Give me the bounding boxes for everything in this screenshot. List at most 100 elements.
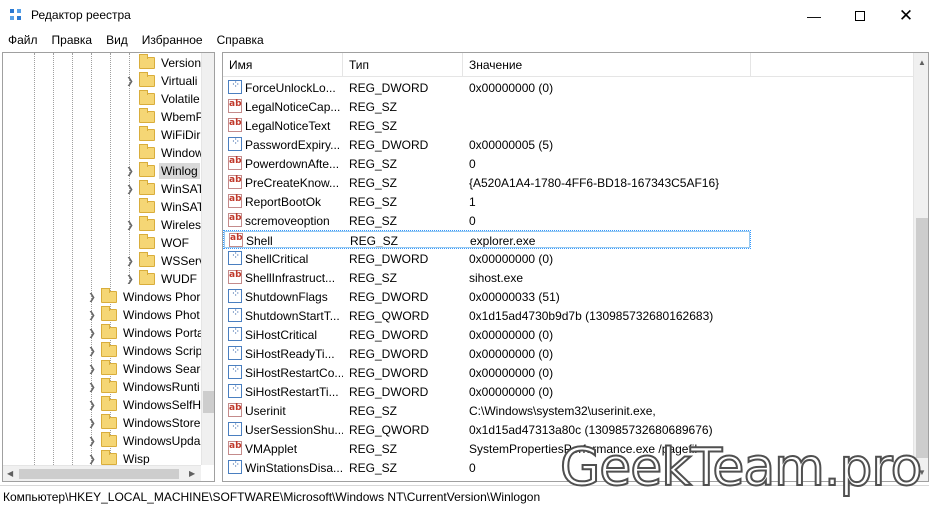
tree-node-label: Windows Phor [123,290,201,304]
tree-hscroll-thumb[interactable] [19,469,179,479]
values-list[interactable]: Имя Тип Значение ForceUnlockLo... REG_DWO… [222,52,929,482]
registry-value-row[interactable]: SiHostCritical REG_DWORD 0x00000000 (0) [223,325,751,344]
column-name-header[interactable]: Имя [223,53,343,77]
minimize-button[interactable]: — [791,0,837,31]
expand-chevron-icon[interactable]: ❯ [87,436,97,447]
tree-node[interactable]: ❯ Windows Phot [87,306,202,324]
value-data: 1 [469,195,476,209]
tree-node[interactable]: ❯ Windows Phor [87,288,202,306]
tree-node[interactable]: WOF [125,234,191,252]
expand-chevron-icon[interactable]: ❯ [125,274,135,285]
tree-node[interactable]: ❯ WindowsUpda [87,432,202,450]
registry-value-row[interactable]: PowerdownAfte... REG_SZ 0 [223,154,751,173]
tree-node[interactable]: WinSAT [125,198,206,216]
tree-node[interactable]: Version [125,54,203,72]
expand-chevron-icon[interactable]: ❯ [125,166,135,177]
tree-node[interactable]: ❯ Windows Scrip [87,342,204,360]
maximize-button[interactable] [837,0,883,31]
expand-chevron-icon[interactable]: ❯ [87,382,97,393]
expand-chevron-icon[interactable]: ❯ [87,454,97,465]
registry-value-row[interactable]: ShutdownStartT... REG_QWORD 0x1d15ad4730b9… [223,306,751,325]
menu-view[interactable]: Вид [99,31,135,51]
menu-favorites[interactable]: Избранное [135,31,210,51]
expand-chevron-icon[interactable]: ❯ [87,346,97,357]
tree-node[interactable]: Window [125,144,206,162]
list-scroll-thumb[interactable] [916,218,928,458]
expand-chevron-icon[interactable]: ❯ [87,400,97,411]
tree-node[interactable]: ❯ WindowsSelfH [87,396,203,414]
registry-value-row[interactable]: Userinit REG_SZ C:\Windows\system32\userin… [223,401,751,420]
value-name: LegalNoticeCap... [245,100,341,114]
tree-vertical-scrollbar[interactable] [201,53,214,465]
registry-value-row[interactable]: ForceUnlockLo... REG_DWORD 0x00000000 (0) [223,78,751,97]
registry-value-row[interactable]: PreCreateKnow... REG_SZ {A520A1A4-1780-4FF… [223,173,751,192]
tree-node[interactable]: ❯ Winlog [125,162,200,180]
registry-value-row[interactable]: SiHostRestartCo... REG_DWORD 0x00000000 (0… [223,363,751,382]
value-type: REG_DWORD [349,347,429,361]
tree-guide-line [72,53,73,481]
scroll-right-icon[interactable]: ▶ [189,469,195,478]
registry-value-row[interactable]: Shell REG_SZ explorer.exe [223,230,751,249]
menu-help[interactable]: Справка [210,31,271,51]
tree-node-label: WOF [161,236,189,250]
tree-node[interactable]: ❯ WSServ [125,252,207,270]
folder-icon [139,54,155,69]
registry-value-row[interactable]: UserSessionShu... REG_QWORD 0x1d15ad47313a… [223,420,751,439]
value-name: ShellInfrastruct... [245,271,336,285]
expand-chevron-icon[interactable]: ❯ [125,184,135,195]
registry-value-row[interactable]: LegalNoticeText REG_SZ [223,116,751,135]
registry-value-row[interactable]: ShellInfrastruct... REG_SZ sihost.exe [223,268,751,287]
tree-node[interactable]: ❯ Windows Porta [87,324,206,342]
expand-chevron-icon[interactable]: ❯ [87,292,97,303]
registry-value-row[interactable]: scremoveoption REG_SZ 0 [223,211,751,230]
menu-edit[interactable]: Правка [45,31,100,51]
tree-node[interactable]: ❯ WindowsStore [87,414,202,432]
tree-node[interactable]: Volatile [125,90,202,108]
registry-tree[interactable]: Version ❯ Virtuali Volatile WbemP WiFiDir Wind… [2,52,215,482]
folder-icon [139,72,155,87]
expand-chevron-icon[interactable]: ❯ [87,418,97,429]
value-data: {A520A1A4-1780-4FF6-BD18-167343C5AF16} [469,176,720,190]
scroll-up-icon[interactable]: ▲ [918,58,926,67]
close-icon: ✕ [898,5,914,25]
column-value-header[interactable]: Значение [463,53,751,77]
tree-node[interactable]: ❯ Virtuali [125,72,199,90]
value-data: 0x00000000 (0) [469,328,554,342]
tree-scroll-thumb[interactable] [203,391,214,413]
binary-value-icon [228,249,242,265]
window-title: Редактор реестра [31,8,131,22]
registry-value-row[interactable]: PasswordExpiry... REG_DWORD 0x00000005 (5) [223,135,751,154]
expand-chevron-icon[interactable]: ❯ [87,328,97,339]
tree-node-label: WbemP [161,110,204,124]
tree-node[interactable]: ❯ WinSAT [125,180,206,198]
expand-chevron-icon[interactable]: ❯ [87,310,97,321]
value-name: PreCreateKnow... [245,176,340,190]
value-data: 0x00000005 (5) [469,138,554,152]
tree-node[interactable]: ❯ WUDF [125,270,199,288]
tree-node[interactable]: WbemP [125,108,206,126]
tree-node-label: WindowsUpda [123,434,201,448]
column-type-header[interactable]: Тип [343,53,463,77]
close-button[interactable]: ✕ [883,0,929,31]
tree-node[interactable]: ❯ WindowsRunti [87,378,202,396]
value-type: REG_DWORD [349,138,429,152]
registry-value-row[interactable]: ShellCritical REG_DWORD 0x00000000 (0) [223,249,751,268]
registry-value-row[interactable]: LegalNoticeCap... REG_SZ [223,97,751,116]
registry-value-row[interactable]: ReportBootOk REG_SZ 1 [223,192,751,211]
tree-node[interactable]: WiFiDir [125,126,202,144]
scroll-left-icon[interactable]: ◀ [7,469,13,478]
list-vertical-scrollbar[interactable]: ▲ ▼ [913,53,928,481]
menu-file[interactable]: Файл [0,31,45,51]
expand-chevron-icon[interactable]: ❯ [87,364,97,375]
expand-chevron-icon[interactable]: ❯ [125,76,135,87]
registry-value-row[interactable]: SiHostReadyTi... REG_DWORD 0x00000000 (0) [223,344,751,363]
expand-chevron-icon[interactable]: ❯ [125,256,135,267]
expand-chevron-icon[interactable]: ❯ [125,220,135,231]
tree-node[interactable]: ❯ Windows Searc [87,360,208,378]
tree-horizontal-scrollbar[interactable]: ◀ ▶ [3,465,201,481]
tree-node[interactable]: ❯ Wireles [125,216,203,234]
value-data: 0x00000000 (0) [469,252,554,266]
value-type: REG_SZ [349,157,398,171]
registry-value-row[interactable]: SiHostRestartTi... REG_DWORD 0x00000000 (0… [223,382,751,401]
registry-value-row[interactable]: ShutdownFlags REG_DWORD 0x00000033 (51) [223,287,751,306]
